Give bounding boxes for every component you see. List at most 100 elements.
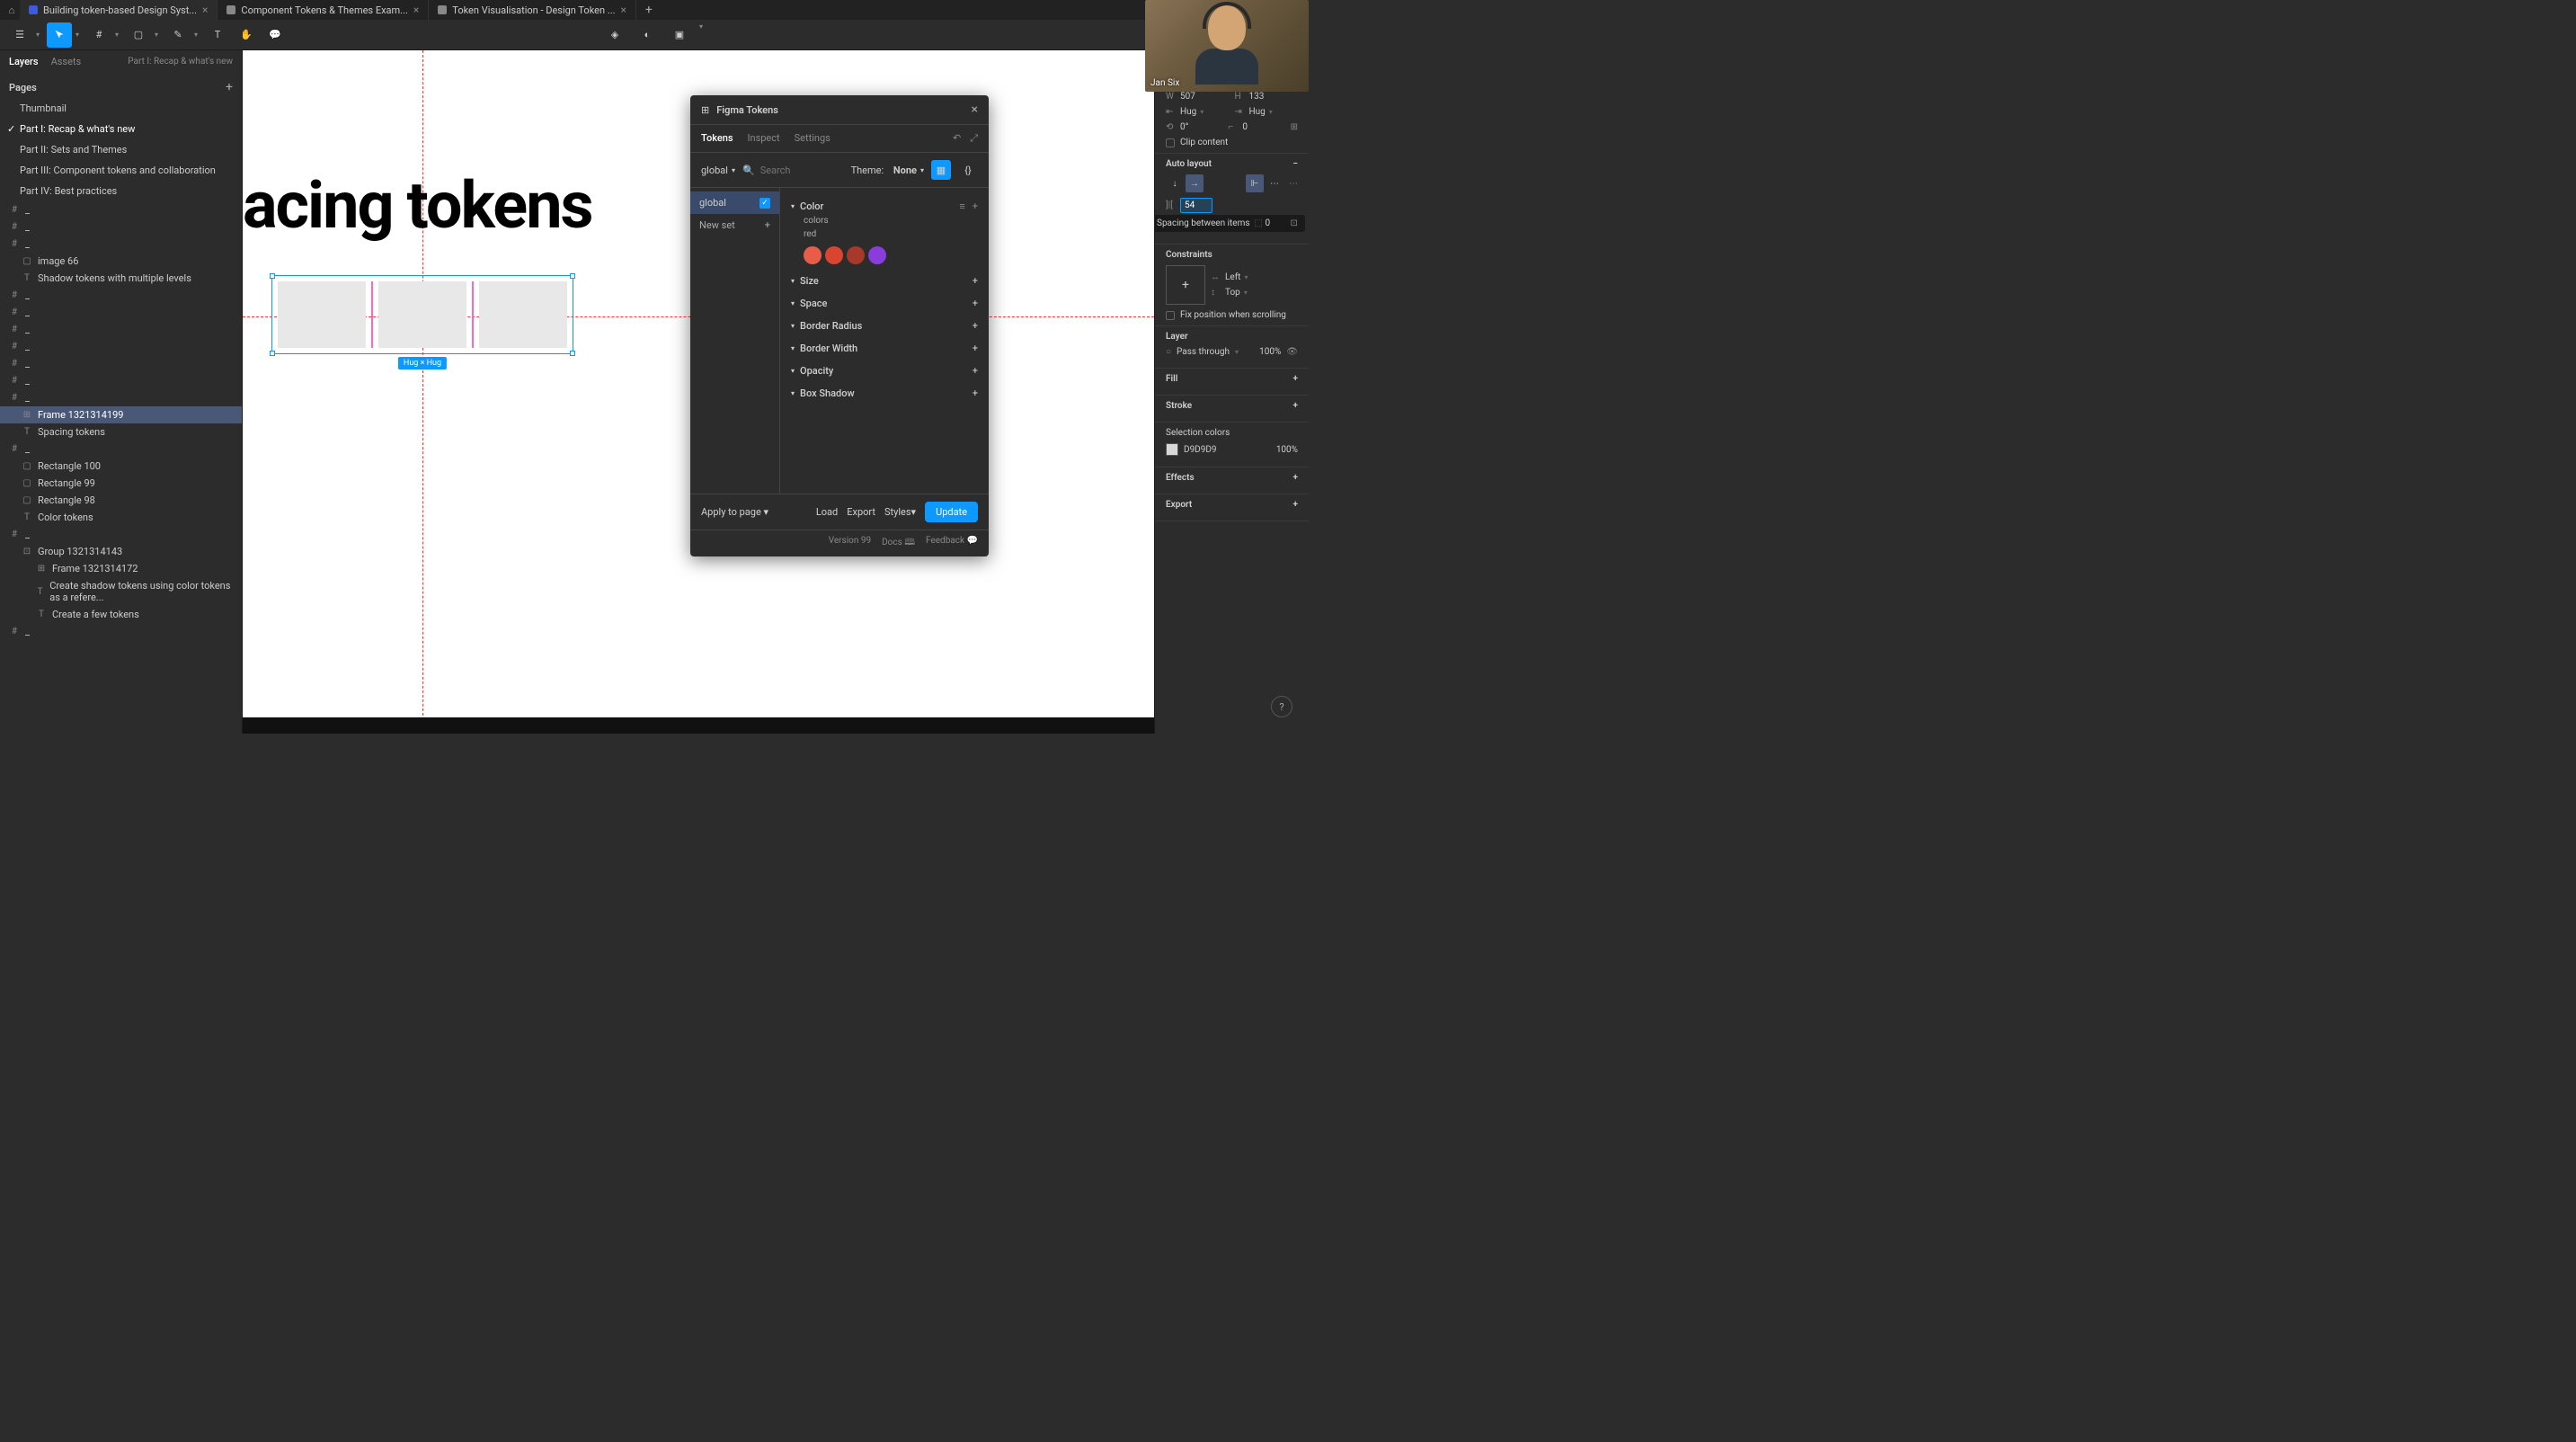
hand-tool[interactable]: ✋	[234, 22, 259, 48]
add-token-button[interactable]: +	[973, 343, 978, 354]
comment-tool[interactable]: 💬	[262, 22, 288, 48]
layer-item[interactable]: #_	[0, 321, 242, 338]
color-opacity[interactable]: 100%	[1276, 445, 1298, 455]
layer-item[interactable]: #_	[0, 526, 242, 543]
search-input[interactable]	[760, 165, 814, 176]
file-tab-0[interactable]: Building token-based Design Syst... ×	[20, 0, 218, 20]
settings-tab[interactable]: Settings	[795, 132, 831, 145]
add-page-button[interactable]: +	[226, 80, 233, 94]
layer-item[interactable]: #_	[0, 201, 242, 218]
inspect-tab[interactable]: Inspect	[748, 132, 780, 145]
feedback-link[interactable]: Feedback 💬	[926, 536, 978, 551]
layer-item[interactable]: #_	[0, 287, 242, 304]
independent-corners-icon[interactable]: ⊞	[1291, 122, 1298, 132]
layer-item[interactable]: #_	[0, 338, 242, 355]
close-icon[interactable]: ×	[202, 4, 208, 16]
styles-dropdown[interactable]: Styles▾	[884, 506, 916, 518]
minimize-icon[interactable]: ⤢	[970, 132, 978, 145]
fix-checkbox[interactable]	[1166, 311, 1175, 320]
opacity-value[interactable]: 100%	[1259, 347, 1281, 357]
align-dots[interactable]: ⋯	[1266, 174, 1284, 192]
page-item[interactable]: Part I: Recap & what's new	[0, 119, 242, 139]
color-hex[interactable]: D9D9D9	[1184, 445, 1217, 455]
layer-item[interactable]: ▢image 66	[0, 253, 242, 270]
theme-dropdown[interactable]: Theme: None▾	[851, 165, 924, 176]
assets-tab[interactable]: Assets	[51, 56, 82, 67]
new-set-button[interactable]: New set+	[690, 214, 779, 236]
close-icon[interactable]: ×	[413, 4, 419, 16]
layer-item[interactable]: #_	[0, 355, 242, 372]
layer-item[interactable]: ⊡Group 1321314143	[0, 543, 242, 560]
layer-item[interactable]: #_	[0, 218, 242, 236]
page-item[interactable]: Part II: Sets and Themes	[0, 139, 242, 160]
layer-item[interactable]: #_	[0, 441, 242, 458]
update-button[interactable]: Update	[925, 502, 978, 522]
tokens-tab[interactable]: Tokens	[701, 132, 733, 145]
layers-tab[interactable]: Layers	[9, 56, 39, 67]
add-fill-button[interactable]: +	[1293, 374, 1299, 384]
radius-value[interactable]: 0	[1242, 122, 1248, 132]
pen-tool[interactable]: ✎	[165, 22, 191, 48]
frame-tool[interactable]: #	[86, 22, 111, 48]
color-swatch[interactable]	[825, 246, 843, 264]
shape-tool[interactable]: ▢	[126, 22, 151, 48]
color-swatch[interactable]	[847, 246, 865, 264]
set-dropdown[interactable]: global▾	[701, 165, 735, 176]
page-item[interactable]: Part IV: Best practices	[0, 181, 242, 201]
remove-icon[interactable]: −	[1292, 159, 1298, 169]
set-item-global[interactable]: global✓	[690, 191, 779, 214]
layer-item[interactable]: TSpacing tokens	[0, 423, 242, 441]
resize-handle[interactable]	[270, 273, 275, 279]
list-icon[interactable]: ≡	[959, 200, 964, 212]
blend-mode[interactable]: Pass through	[1177, 347, 1230, 357]
layer-item[interactable]: ⊞Frame 1321314172	[0, 560, 242, 577]
v-constraint[interactable]: Top	[1225, 288, 1240, 298]
menu-button[interactable]: ☰	[7, 22, 32, 48]
color-chip[interactable]	[1166, 443, 1178, 456]
home-icon[interactable]: ⌂	[4, 4, 20, 16]
visibility-icon[interactable]: 👁	[1286, 347, 1298, 357]
w-value[interactable]: 507	[1180, 92, 1195, 102]
add-stroke-button[interactable]: +	[1293, 401, 1299, 411]
layer-item[interactable]: ▢Rectangle 98	[0, 492, 242, 509]
load-button[interactable]: Load	[816, 506, 838, 518]
close-icon[interactable]: ×	[621, 4, 626, 16]
add-effect-button[interactable]: +	[1293, 473, 1299, 483]
add-tab-button[interactable]: +	[636, 3, 662, 17]
add-token-button[interactable]: +	[973, 275, 978, 287]
layer-item[interactable]: TCreate a few tokens	[0, 606, 242, 623]
text-tool[interactable]: T	[205, 22, 230, 48]
more-icon[interactable]: ⋯	[1289, 179, 1298, 189]
page-item[interactable]: Thumbnail	[0, 98, 242, 119]
direction-vertical[interactable]: ↓	[1166, 174, 1184, 192]
w-mode[interactable]: Hug	[1180, 107, 1196, 117]
color-swatch[interactable]	[804, 246, 822, 264]
resize-handle[interactable]	[270, 351, 275, 356]
component-icon[interactable]: ◈	[602, 22, 627, 48]
layer-item[interactable]: ▢Rectangle 99	[0, 475, 242, 492]
spacing-input[interactable]: 54	[1180, 198, 1212, 213]
h-constraint[interactable]: Left	[1225, 272, 1240, 282]
align-top-left[interactable]: ⊩	[1246, 174, 1264, 192]
h-mode[interactable]: Hug	[1249, 107, 1266, 117]
clip-checkbox[interactable]	[1166, 138, 1175, 147]
boolean-icon[interactable]: ▣	[667, 22, 692, 48]
add-token-button[interactable]: +	[973, 320, 978, 332]
chevron-down-icon[interactable]: ▾	[791, 202, 795, 210]
undo-icon[interactable]: ↶	[953, 132, 961, 145]
page-item[interactable]: Part III: Component tokens and collabora…	[0, 160, 242, 181]
layer-item[interactable]: #_	[0, 372, 242, 389]
h-value[interactable]: 133	[1249, 92, 1265, 102]
layer-item[interactable]: #_	[0, 623, 242, 640]
rotation-value[interactable]: 0°	[1180, 122, 1188, 132]
layer-item[interactable]: #_	[0, 236, 242, 253]
layer-item[interactable]: TColor tokens	[0, 509, 242, 526]
move-tool[interactable]	[47, 22, 72, 48]
direction-horizontal[interactable]: →	[1186, 174, 1204, 192]
guide-vertical[interactable]	[422, 50, 423, 734]
layer-item[interactable]: #_	[0, 389, 242, 406]
docs-link[interactable]: Docs 🕮	[882, 536, 915, 551]
layer-item[interactable]: ▢Rectangle 100	[0, 458, 242, 475]
add-token-button[interactable]: +	[973, 298, 978, 309]
help-button[interactable]: ?	[1271, 696, 1292, 717]
